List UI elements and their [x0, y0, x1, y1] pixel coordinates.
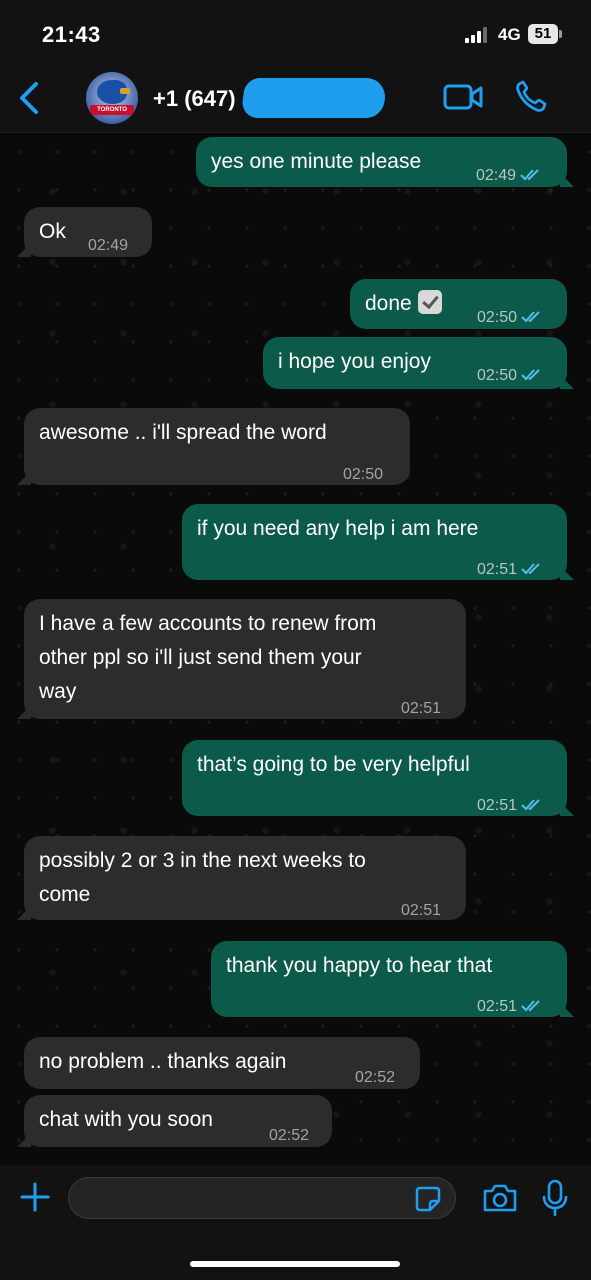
message-outgoing[interactable]: yes one minute please 02:49 [196, 137, 567, 187]
check-mark-button-icon [417, 290, 442, 314]
redaction-mark [240, 78, 388, 118]
message-input[interactable] [83, 1184, 407, 1214]
chat-header: TORONTO +1 (647) [0, 62, 591, 133]
message-outgoing[interactable]: i hope you enjoy 02:50 [263, 337, 567, 389]
video-call-icon[interactable] [443, 84, 483, 110]
message-incoming[interactable]: Ok 02:49 [24, 207, 152, 257]
network-type: 4G [498, 25, 521, 44]
read-ticks-icon [521, 799, 540, 811]
message-list[interactable]: yes one minute please 02:49 Ok 02:49 don… [0, 133, 591, 1165]
signal-icon [465, 27, 491, 43]
message-incoming[interactable]: awesome .. i'll spread the word 02:50 [24, 408, 410, 485]
contact-name[interactable]: +1 (647) [153, 86, 236, 112]
message-incoming[interactable]: no problem .. thanks again 02:52 [24, 1037, 420, 1089]
voice-call-icon[interactable] [514, 80, 548, 114]
microphone-icon[interactable] [541, 1179, 569, 1217]
back-chevron-icon[interactable] [14, 78, 48, 118]
status-bar: 21:43 4G 51 [0, 0, 591, 62]
message-incoming[interactable]: chat with you soon 02:52 [24, 1095, 332, 1147]
status-time: 21:43 [42, 22, 101, 47]
plus-icon[interactable] [20, 1182, 50, 1212]
read-ticks-icon [521, 1000, 540, 1012]
read-ticks-icon [520, 169, 539, 181]
contact-avatar[interactable]: TORONTO [86, 72, 138, 124]
message-incoming[interactable]: possibly 2 or 3 in the next weeks to com… [24, 836, 466, 920]
read-ticks-icon [521, 563, 540, 575]
camera-icon[interactable] [482, 1183, 518, 1213]
read-ticks-icon [521, 369, 540, 381]
message-outgoing[interactable]: that’s going to be very helpful 02:51 [182, 740, 567, 816]
home-indicator[interactable] [190, 1261, 400, 1267]
message-outgoing[interactable]: done 02:50 [350, 279, 567, 329]
battery-icon: 51 [528, 24, 562, 44]
message-outgoing[interactable]: if you need any help i am here 02:51 [182, 504, 567, 580]
read-ticks-icon [521, 311, 540, 323]
sticker-icon[interactable] [415, 1186, 441, 1212]
message-incoming[interactable]: I have a few accounts to renew from othe… [24, 599, 466, 719]
message-outgoing[interactable]: thank you happy to hear that 02:51 [211, 941, 567, 1017]
message-input-field[interactable] [68, 1177, 456, 1219]
composer-bar [0, 1165, 591, 1280]
